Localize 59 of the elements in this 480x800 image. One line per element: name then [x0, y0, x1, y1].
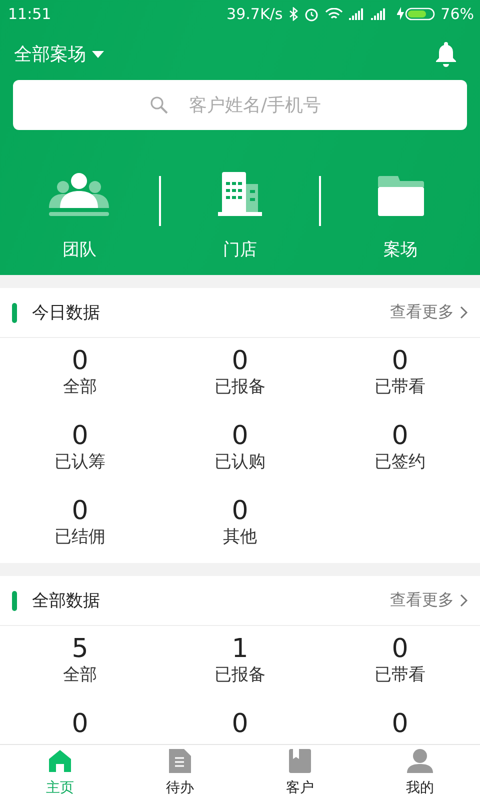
stat-value: 0 [232, 496, 248, 526]
more-link[interactable]: 查看更多 [390, 302, 468, 323]
shortcut-button[interactable]: 团队 [0, 172, 159, 261]
stat-value: 0 [72, 496, 88, 526]
document-icon [169, 749, 191, 773]
stat-label: 已报备 [214, 376, 266, 398]
bluetooth-icon [288, 7, 298, 21]
alarm-icon [304, 6, 319, 22]
stat-value: 0 [232, 421, 248, 451]
search-field[interactable]: 客户姓名/手机号 [13, 80, 467, 130]
section-title: 今日数据 [32, 302, 101, 324]
stat-value: 0 [72, 421, 88, 451]
network-speed: 39.7K/s [226, 5, 283, 23]
signal-icon [348, 8, 365, 20]
signal-icon [370, 8, 387, 20]
stat-value: 0 [232, 346, 248, 376]
more-link[interactable]: 查看更多 [390, 590, 468, 611]
section-title: 全部数据 [32, 590, 101, 612]
stat-label: 已认购 [214, 451, 266, 473]
shortcut-button[interactable]: 门店 [160, 172, 320, 261]
stat-value: 0 [232, 709, 248, 739]
stat-value: 1 [232, 634, 248, 664]
stat-value: 0 [72, 346, 88, 376]
stat-label: 已带看 [374, 664, 426, 686]
home-icon [48, 749, 72, 773]
stat-label: 已认筹 [54, 451, 106, 473]
accent-bar [12, 302, 17, 322]
tab-bar-item[interactable]: 我的 [360, 745, 480, 800]
stat-label: 已带看 [374, 376, 426, 398]
person-icon [407, 749, 433, 773]
stat-label: 已结佣 [54, 526, 106, 548]
stat-label: 已报备 [214, 664, 266, 686]
stat-label: 其他 [223, 526, 257, 548]
wifi-icon [324, 8, 343, 20]
stat-value: 0 [392, 346, 408, 376]
tab-bar-item[interactable]: 待办 [120, 745, 240, 800]
bell-icon[interactable] [434, 41, 458, 67]
status-time: 11:51 [8, 5, 52, 23]
book-icon [289, 749, 311, 773]
stat-value: 0 [392, 634, 408, 664]
shortcut-button[interactable]: 案场 [321, 172, 480, 261]
group-icon [49, 172, 110, 216]
building-icon [218, 172, 262, 216]
tab-bar-item[interactable]: 客户 [240, 745, 360, 800]
chevron-icon [460, 306, 468, 319]
stat-label: 全部 [63, 376, 97, 398]
project-selector[interactable]: 全部案场 [14, 42, 104, 66]
caret-icon [92, 50, 104, 58]
tab-bar-item[interactable]: 主页 [0, 745, 120, 800]
stat-label: 全部 [63, 664, 97, 686]
search-icon [150, 96, 168, 114]
chevron-icon [460, 594, 468, 607]
stat-value: 0 [392, 421, 408, 451]
stat-label: 已签约 [374, 451, 426, 473]
stat-value: 5 [72, 634, 88, 664]
accent-bar [12, 590, 17, 610]
battery-percent: 76% [440, 5, 474, 23]
stat-value: 0 [72, 709, 88, 739]
stat-value: 0 [392, 709, 408, 739]
